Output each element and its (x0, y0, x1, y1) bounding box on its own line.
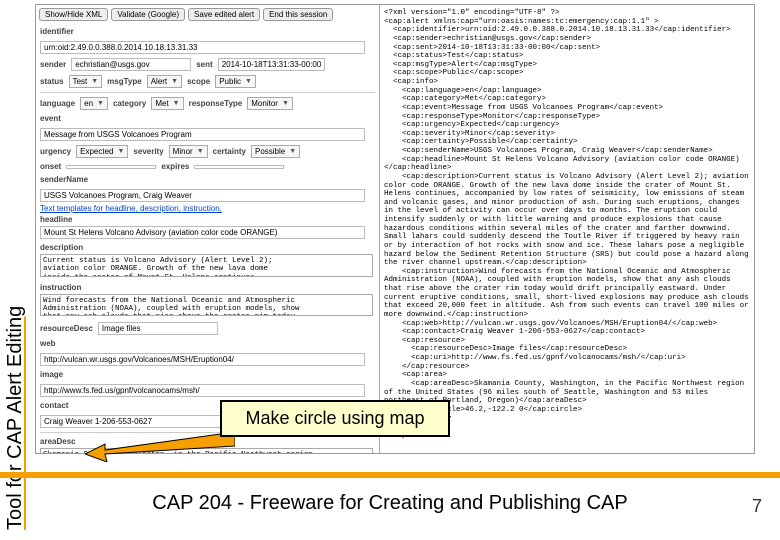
app-screenshot: Show/Hide XML Validate (Google) Save edi… (35, 4, 755, 454)
chevron-down-icon: ▼ (171, 78, 178, 85)
page-number: 7 (752, 496, 762, 517)
onset-label: onset (40, 162, 61, 171)
description-label: description (36, 241, 379, 252)
show-hide-xml-button[interactable]: Show/Hide XML (39, 8, 108, 21)
urgency-select[interactable]: Expected▼ (76, 145, 128, 158)
instruction-label: instruction (36, 281, 379, 292)
save-button[interactable]: Save edited alert (188, 8, 260, 21)
side-title: Tool for CAP Alert Editing (4, 210, 32, 530)
chevron-down-icon: ▼ (117, 148, 124, 155)
chevron-down-icon: ▼ (91, 78, 98, 85)
form-panel: Show/Hide XML Validate (Google) Save edi… (36, 5, 380, 453)
severity-label: severity (133, 147, 163, 156)
toolbar: Show/Hide XML Validate (Google) Save edi… (36, 5, 379, 25)
event-field[interactable]: Message from USGS Volcanoes Program (40, 128, 365, 141)
sendername-label: senderName (40, 175, 88, 184)
xml-panel: <?xml version="1.0" encoding="UTF-8" ?> … (380, 5, 754, 453)
responsetype-select[interactable]: Monitor▼ (247, 97, 293, 110)
expires-label: expires (161, 162, 189, 171)
certainty-label: certainty (213, 147, 246, 156)
chevron-down-icon: ▼ (173, 100, 180, 107)
scope-label: scope (187, 77, 210, 86)
sender-label: sender (40, 60, 66, 69)
responsetype-label: responseType (189, 99, 243, 108)
chevron-down-icon: ▼ (245, 78, 252, 85)
resourcedesc-label: resourceDesc (40, 324, 93, 333)
templates-link[interactable]: Text templates for headline, description… (36, 204, 226, 213)
callout-arrow (85, 432, 235, 462)
urgency-label: urgency (40, 147, 71, 156)
instruction-field[interactable] (40, 294, 373, 317)
description-field[interactable] (40, 254, 373, 277)
identifier-label: identifier (40, 27, 74, 36)
web-field[interactable]: http://vulcan.wr.usgs.gov/Volcanoes/MSH/… (40, 353, 365, 366)
image-label: image (40, 370, 63, 379)
certainty-select[interactable]: Possible▼ (251, 145, 300, 158)
resourcedesc-field[interactable]: Image files (98, 322, 218, 335)
status-label: status (40, 77, 64, 86)
web-label: web (40, 339, 56, 348)
msgtype-select[interactable]: Alert▼ (147, 75, 182, 88)
language-label: language (40, 99, 75, 108)
slide-footer: CAP 204 - Freeware for Creating and Publ… (0, 492, 780, 515)
scope-select[interactable]: Public▼ (215, 75, 256, 88)
headline-label: headline (36, 213, 379, 224)
end-session-button[interactable]: End this session (263, 8, 333, 21)
category-label: category (113, 99, 146, 108)
headline-field[interactable]: Mount St Helens Volcano Advisory (aviati… (40, 226, 365, 239)
identifier-field[interactable]: urn:oid:2.49.0.0.388.0.2014.10.18.13.31.… (40, 41, 365, 54)
category-select[interactable]: Met▼ (151, 97, 183, 110)
onset-field[interactable] (66, 165, 156, 169)
validate-button[interactable]: Validate (Google) (111, 8, 185, 21)
expires-field[interactable] (194, 165, 284, 169)
chevron-down-icon: ▼ (97, 100, 104, 107)
divider-rule (0, 472, 780, 478)
image-field[interactable]: http://www.fs.fed.us/gpnf/volcanocams/ms… (40, 384, 365, 397)
sent-label: sent (196, 60, 212, 69)
chevron-down-icon: ▼ (282, 100, 289, 107)
contact-label: contact (40, 401, 68, 410)
event-label: event (40, 114, 61, 123)
sendername-field[interactable]: USGS Volcanoes Program, Craig Weaver (40, 189, 365, 202)
status-select[interactable]: Test▼ (69, 75, 103, 88)
callout-box: Make circle using map (220, 400, 450, 437)
chevron-down-icon: ▼ (197, 148, 204, 155)
chevron-down-icon: ▼ (289, 148, 296, 155)
severity-select[interactable]: Minor▼ (169, 145, 208, 158)
language-select[interactable]: en▼ (80, 97, 108, 110)
msgtype-label: msgType (107, 77, 142, 86)
sender-field[interactable]: echristian@usgs.gov (71, 58, 191, 71)
sent-field[interactable]: 2014-10-18T13:31:33-00:00 (218, 58, 326, 71)
